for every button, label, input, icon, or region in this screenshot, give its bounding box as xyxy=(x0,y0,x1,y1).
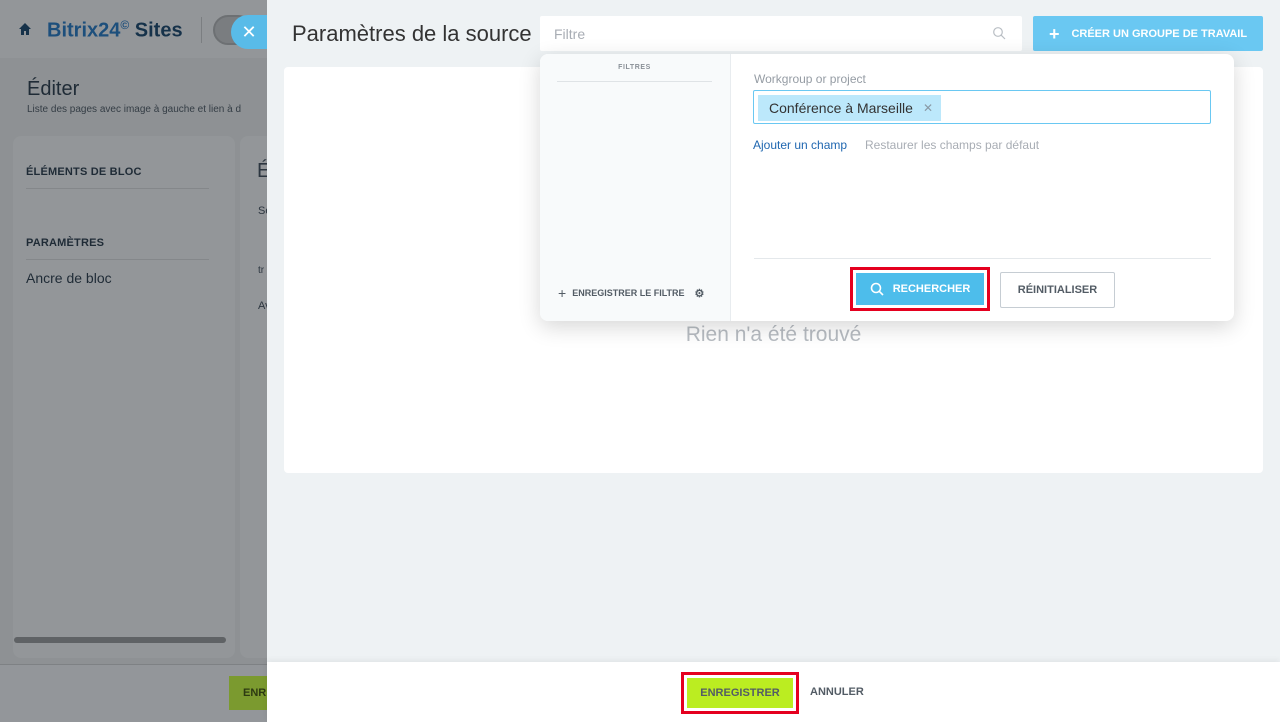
tag-label: Conférence à Marseille xyxy=(769,100,913,116)
partial-label: Se xyxy=(258,205,267,217)
slider-footer: ENREGISTRER ANNULER xyxy=(267,662,1280,722)
gear-icon[interactable]: ⚙ xyxy=(695,287,705,300)
plus-icon: + xyxy=(558,285,567,301)
reset-button[interactable]: RÉINITIALISER xyxy=(1000,272,1115,308)
page-subtitle: Liste des pages avec image à gauche et l… xyxy=(27,104,242,115)
home-icon xyxy=(18,22,32,36)
filter-search-input[interactable] xyxy=(540,16,960,51)
divider xyxy=(26,188,209,189)
partial-label: Av xyxy=(258,300,267,312)
filter-popup: FILTRES + ENREGISTRER LE FILTRE ⚙ Workgr… xyxy=(540,54,1234,321)
divider xyxy=(26,259,209,260)
page-title: Éditer xyxy=(27,78,80,100)
background-page: Bitrix24© Sites Éditer Liste des pages a… xyxy=(0,0,267,722)
section-block-elements: ÉLÉMENTS DE BLOC xyxy=(26,166,142,178)
restore-default-fields-link[interactable]: Restaurer les champs par défaut xyxy=(865,138,1039,152)
save-filter-button[interactable]: + ENREGISTRER LE FILTRE ⚙ xyxy=(558,285,704,301)
selected-workgroup-tag: Conférence à Marseille ✕ xyxy=(758,95,942,121)
panel-title: Paramètres de la source xyxy=(292,21,532,46)
remove-tag-icon[interactable]: ✕ xyxy=(923,101,933,115)
search-icon xyxy=(870,282,884,296)
empty-results-message: Rien n'a été trouvé xyxy=(685,323,862,346)
background-save-button: ENR xyxy=(229,676,267,710)
search-button-label: RECHERCHER xyxy=(892,283,971,295)
background-footer xyxy=(0,664,267,722)
block-settings-sidebar xyxy=(13,136,235,658)
partial-heading: É xyxy=(257,160,267,182)
create-workgroup-button[interactable]: + CRÉER UN GROUPE DE TRAVAIL xyxy=(1033,16,1263,51)
divider xyxy=(754,258,1211,259)
topbar-divider xyxy=(201,17,202,43)
saved-filters-panel: FILTRES + ENREGISTRER LE FILTRE ⚙ xyxy=(540,54,731,321)
filters-heading: FILTRES xyxy=(557,64,712,82)
create-workgroup-label: CRÉER UN GROUPE DE TRAVAIL xyxy=(1071,27,1248,40)
partial-label: tr xyxy=(258,265,265,276)
source-settings-slider: Paramètres de la source + CRÉER UN GROUP… xyxy=(267,0,1280,722)
horizontal-scrollbar[interactable] xyxy=(14,637,226,643)
save-button-highlight: ENREGISTRER xyxy=(681,672,799,714)
plus-icon: + xyxy=(1048,23,1060,44)
filter-fields-panel: Workgroup or project Conférence à Marsei… xyxy=(731,54,1234,321)
workgroup-field[interactable]: Conférence à Marseille ✕ xyxy=(753,90,1211,124)
cancel-button[interactable]: ANNULER xyxy=(810,686,864,698)
search-icon[interactable] xyxy=(992,26,1006,40)
workgroup-field-label: Workgroup or project xyxy=(754,72,866,86)
close-icon: ✕ xyxy=(241,22,257,42)
sidebar-item-block-anchor[interactable]: Ancre de bloc xyxy=(26,270,112,286)
bitrix-logo: Bitrix24© Sites xyxy=(47,18,183,42)
save-filter-label: ENREGISTRER LE FILTRE xyxy=(572,288,685,298)
search-button-highlight: RECHERCHER xyxy=(850,267,990,311)
add-field-link[interactable]: Ajouter un champ xyxy=(753,138,847,152)
filter-search-box[interactable] xyxy=(540,16,1022,51)
close-slider-button[interactable]: ✕ xyxy=(231,15,267,49)
save-button[interactable]: ENREGISTRER xyxy=(687,678,793,708)
search-button[interactable]: RECHERCHER xyxy=(856,273,984,305)
section-parameters: PARAMÈTRES xyxy=(26,237,105,249)
